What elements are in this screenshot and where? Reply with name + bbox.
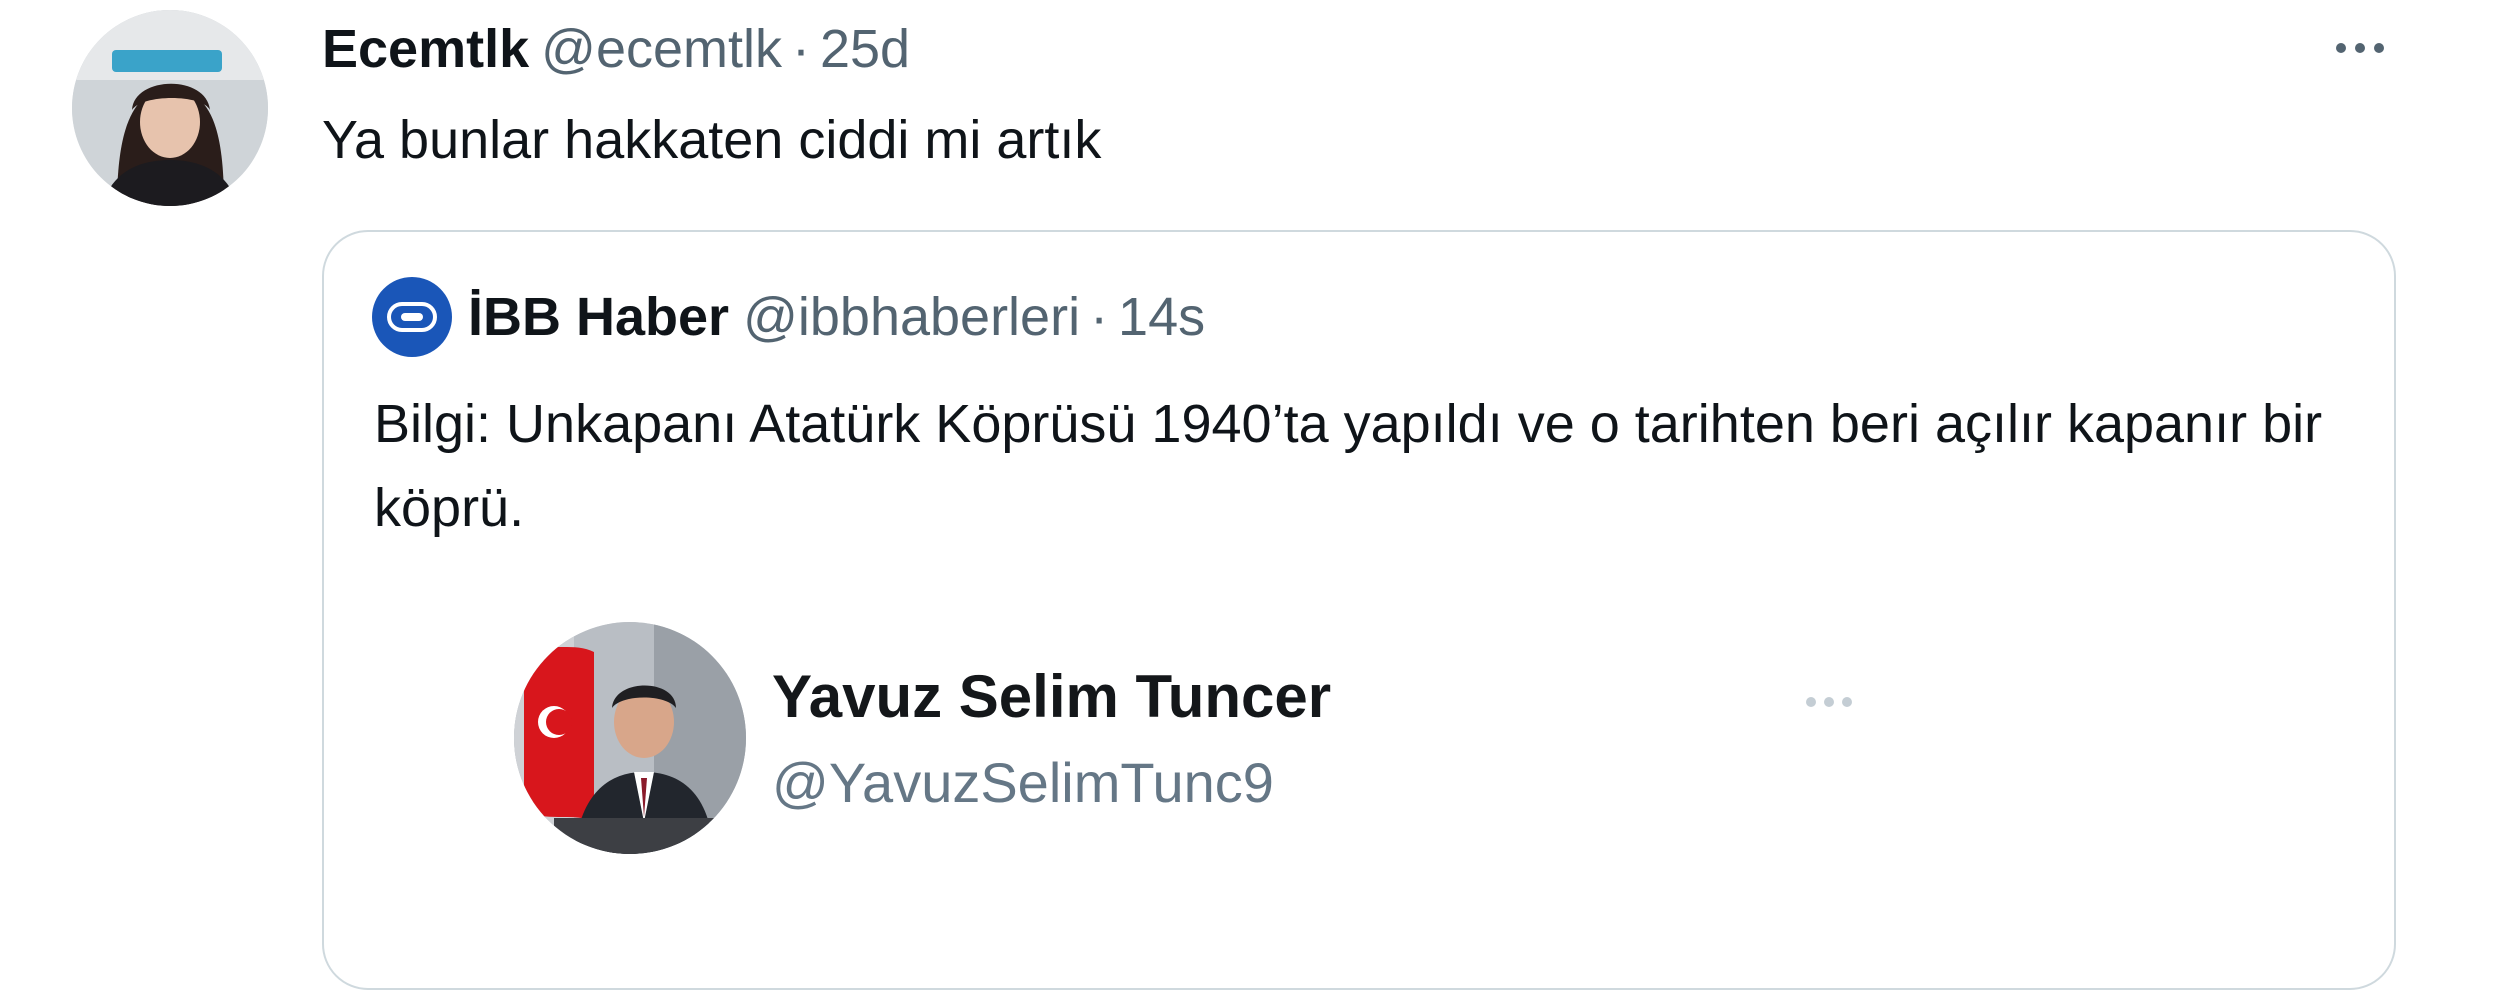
quoted-tweet-timestamp[interactable]: 14s (1118, 286, 1205, 348)
tweet-timestamp[interactable]: 25d (820, 19, 910, 79)
quoted-tweet-text: Bilgi: Unkapanı Atatürk Köprüsü 1940’ta … (374, 394, 2323, 538)
more-options-button[interactable] (2310, 18, 2410, 78)
embedded-screenshot[interactable]: Yavuz Selim Tuncer @YavuzSelimTunc9 (514, 622, 2214, 988)
quoted-author-handle[interactable]: @ibbhaberleri (743, 286, 1080, 348)
quoted-author-name[interactable]: İBB Haber (468, 286, 729, 348)
author-handle[interactable]: @ecemtlk (541, 19, 782, 79)
quoted-tweet[interactable]: İBB Haber @ibbhaberleri · 14s Bilgi: Unkapa… (322, 230, 2396, 990)
embedded-more-icon (1784, 682, 1874, 722)
more-horizontal-icon (2336, 43, 2346, 53)
tweet-header: Ecemtlk @ecemtlk · 25d (322, 14, 910, 84)
user-avatar[interactable] (72, 10, 268, 206)
ibb-logo-icon[interactable] (372, 277, 452, 357)
author-name[interactable]: Ecemtlk (322, 19, 529, 79)
tweet-text: Ya bunlar hakkaten ciddi mi artık (322, 110, 1102, 170)
separator-dot: · (1090, 287, 1109, 347)
quoted-tweet-header: İBB Haber @ibbhaberleri · 14s (372, 277, 1205, 357)
embedded-avatar (514, 622, 746, 854)
embedded-author-handle: @YavuzSelimTunc9 (772, 751, 1274, 814)
tweet[interactable]: Ecemtlk @ecemtlk · 25d Ya bunlar hakkaten c… (0, 0, 2494, 990)
separator-dot: · (792, 19, 810, 79)
embedded-author-name: Yavuz Selim Tuncer (772, 663, 1332, 730)
